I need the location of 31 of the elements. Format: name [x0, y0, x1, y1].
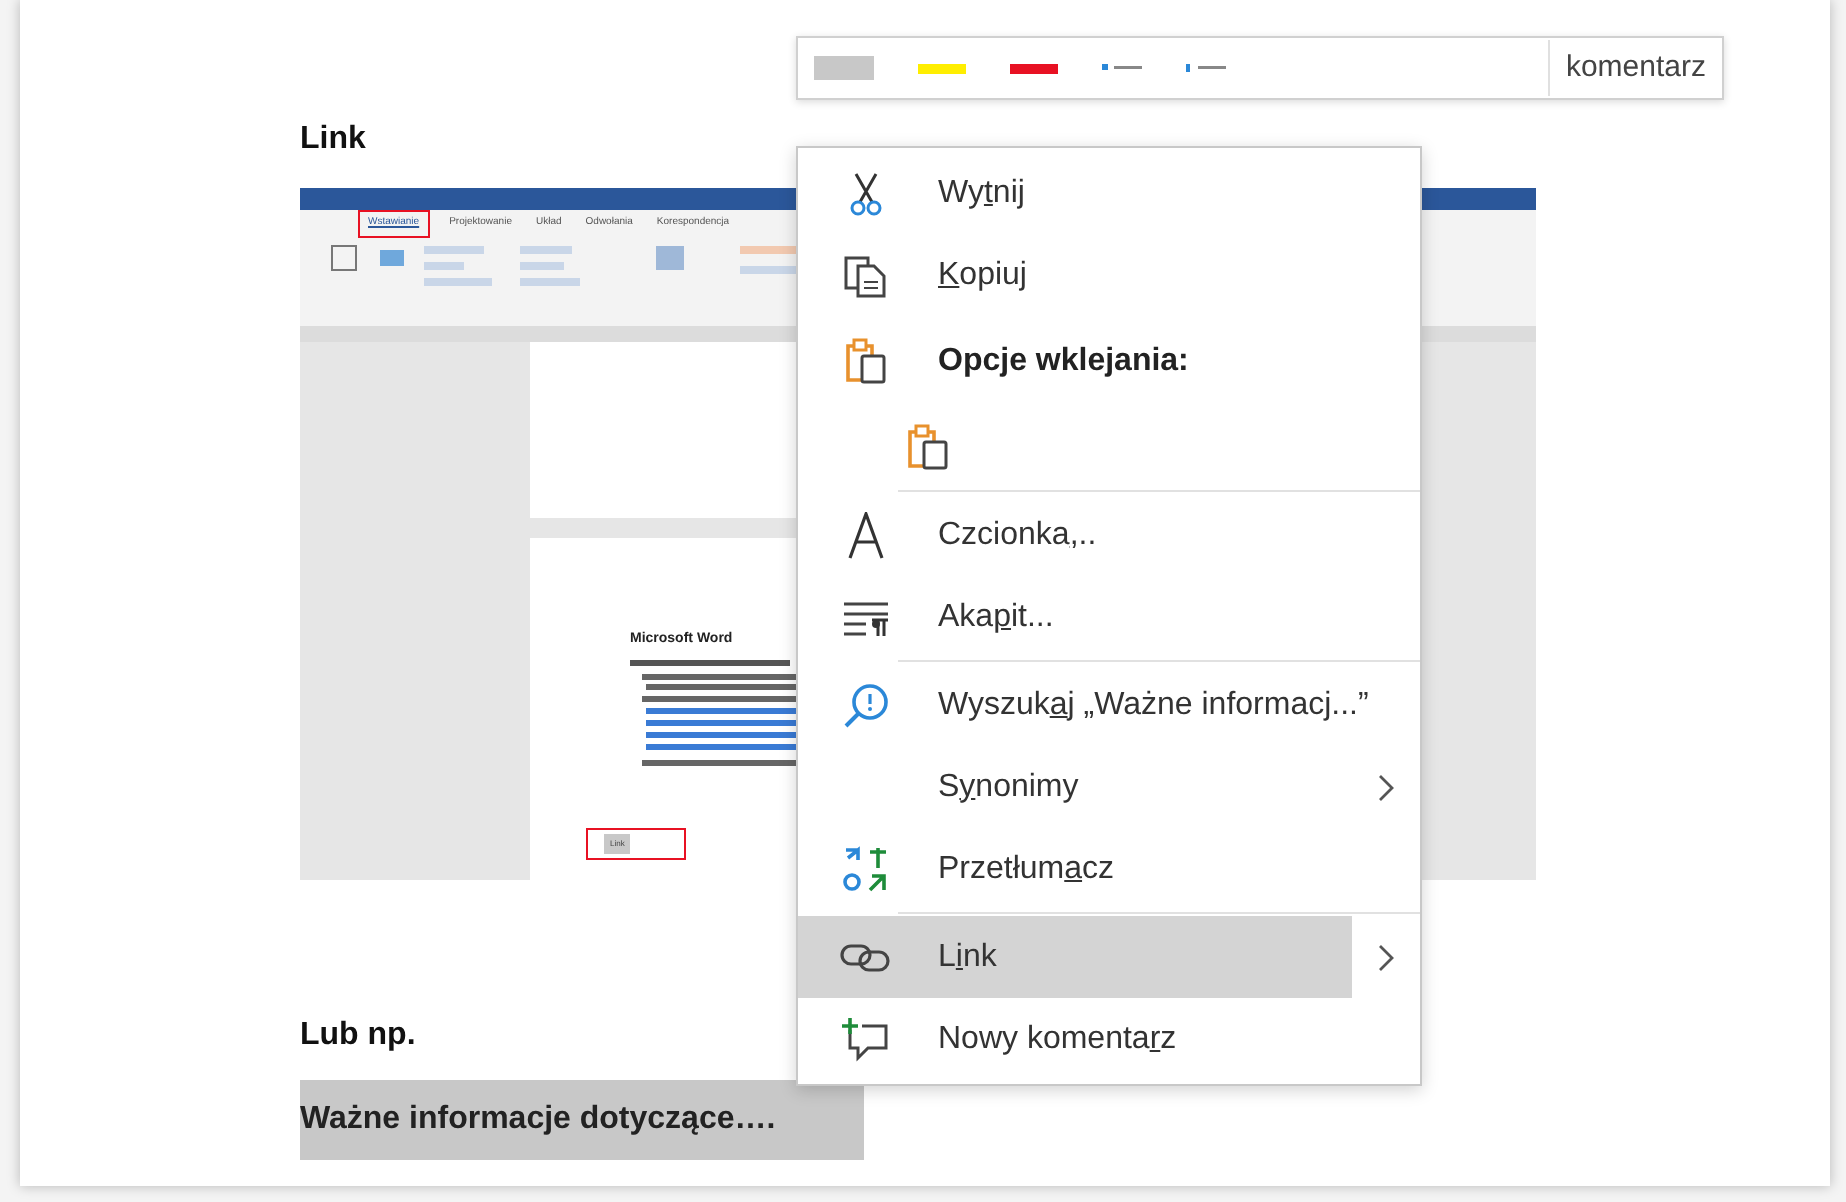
menu-item[interactable]: Wytnij	[798, 152, 1420, 234]
chevron-right-icon	[1378, 943, 1394, 971]
numbered-list-icon[interactable]	[1186, 62, 1226, 74]
menu-item[interactable]: Czcionka,..	[798, 494, 1420, 576]
letter-icon	[846, 511, 886, 559]
link-icon	[840, 941, 892, 973]
highlighted-text: Ważne informacje dotyczące….	[300, 1080, 864, 1160]
list-icon[interactable]	[1102, 62, 1142, 74]
paste-icon	[906, 424, 950, 472]
new-comment-icon	[842, 1017, 890, 1061]
comment-button[interactable]: komentarz	[1547, 40, 1706, 96]
menu-item[interactable]: Nowy komentarz	[798, 998, 1420, 1080]
color-swatch[interactable]	[814, 56, 874, 80]
menu-item[interactable]: Synonimy	[798, 746, 1420, 828]
scissors-icon	[848, 171, 884, 215]
menu-item[interactable]: Akapit...	[798, 576, 1420, 658]
chevron-right-icon	[1378, 773, 1394, 801]
copy-icon	[844, 253, 888, 297]
paragraph-icon	[842, 599, 890, 635]
menu-item[interactable]: Kopiuj	[798, 234, 1420, 316]
paste-options-header: Opcje wklejania:	[938, 342, 1189, 382]
color-swatch[interactable]	[1010, 63, 1058, 73]
color-swatch[interactable]	[918, 63, 966, 73]
menu-item[interactable]: Przetłumacz	[798, 828, 1420, 910]
menu-item[interactable]: Wyszukaj „Ważne informacj...”	[798, 664, 1420, 746]
translate-icon	[842, 845, 890, 893]
alternative-heading: Lub np.	[300, 1016, 416, 1056]
paste-icon	[844, 338, 888, 386]
paste-option-button[interactable]	[902, 420, 954, 476]
search-icon	[842, 681, 890, 729]
link-heading: Link	[300, 120, 366, 160]
